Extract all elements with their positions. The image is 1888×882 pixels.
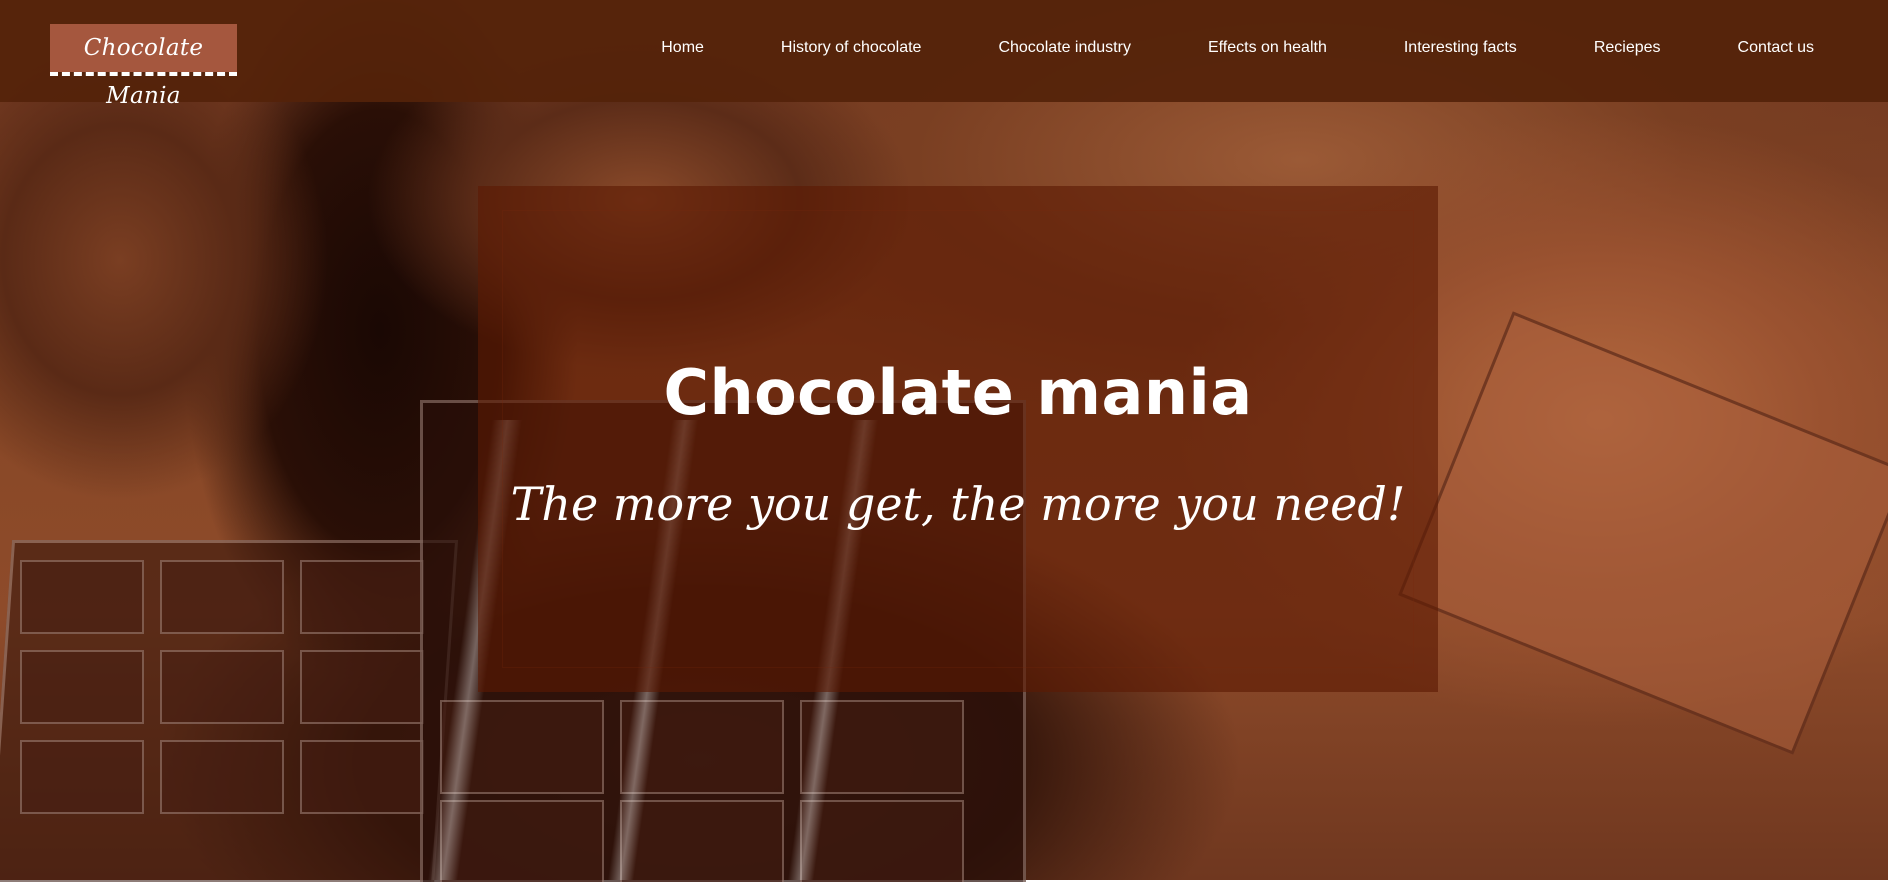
chocolate-bar-cell — [300, 740, 424, 814]
chocolate-bar-cell — [20, 650, 144, 724]
nav-link-contact-us[interactable]: Contact us — [1738, 38, 1814, 58]
logo-dashed-underline — [50, 72, 237, 76]
chocolate-bar-cell — [800, 800, 964, 882]
nav-link-home[interactable]: Home — [661, 38, 704, 58]
main-nav: Home History of chocolate Chocolate indu… — [661, 38, 1814, 58]
hero-tagline: The more you get, the more you need! — [510, 477, 1406, 531]
chocolate-bar-cell — [20, 560, 144, 634]
hero-title: Chocolate mania — [663, 356, 1253, 429]
chocolate-bar-cell — [300, 650, 424, 724]
nav-link-chocolate-industry[interactable]: Chocolate industry — [998, 38, 1131, 58]
site-header: Chocolate Mania Home History of chocolat… — [0, 0, 1888, 109]
page: Chocolate Mania Home History of chocolat… — [0, 0, 1888, 882]
chocolate-bar-cell — [620, 800, 784, 882]
chocolate-bar-cell — [20, 740, 144, 814]
hero-card-inner-frame — [502, 210, 1414, 668]
chocolate-bar-cell — [160, 650, 284, 724]
nav-link-interesting-facts[interactable]: Interesting facts — [1404, 38, 1517, 58]
chocolate-bar-cell — [160, 560, 284, 634]
nav-link-effects-on-health[interactable]: Effects on health — [1208, 38, 1327, 58]
nav-link-reciepes[interactable]: Reciepes — [1594, 38, 1661, 58]
chocolate-bar-cell — [300, 560, 424, 634]
chocolate-bar-right — [1398, 311, 1888, 755]
hero-overlay-card: Chocolate mania The more you get, the mo… — [478, 186, 1438, 692]
nav-link-history-of-chocolate[interactable]: History of chocolate — [781, 38, 922, 58]
chocolate-bar-cell — [160, 740, 284, 814]
site-logo[interactable]: Chocolate Mania — [50, 24, 237, 109]
